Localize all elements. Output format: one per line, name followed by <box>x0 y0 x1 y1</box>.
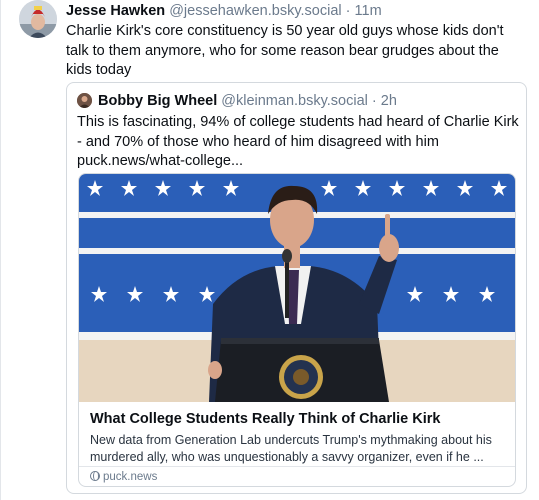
quoted-post-timestamp[interactable]: 2h <box>381 93 397 109</box>
quoted-author-avatar-icon[interactable] <box>77 93 92 108</box>
quoted-author-handle[interactable]: @kleinman.bsky.social <box>221 93 368 109</box>
thread-divider <box>0 0 1 500</box>
author-avatar-icon[interactable] <box>19 0 57 38</box>
link-preview-source[interactable]: puck.news <box>90 470 157 484</box>
link-preview-title[interactable]: What College Students Really Think of Ch… <box>90 410 510 428</box>
quoted-post-header: Bobby Big Wheel @kleinman.bsky.social · … <box>98 92 397 110</box>
link-preview-description: New data from Generation Lab undercuts T… <box>90 433 492 464</box>
post-timestamp[interactable]: 11m <box>355 3 382 19</box>
post-text: Charlie Kirk's core constituency is 50 y… <box>66 23 504 78</box>
separator-dot: · <box>345 3 351 19</box>
quoted-author-name[interactable]: Bobby Big Wheel <box>98 93 217 109</box>
link-preview-card[interactable]: What College Students Really Think of Ch… <box>78 173 516 487</box>
link-preview-image[interactable] <box>79 174 515 402</box>
post-header: Jesse Hawken @jessehawken.bsky.social · … <box>66 2 526 20</box>
globe-icon <box>90 471 100 481</box>
feed-post: Jesse Hawken @jessehawken.bsky.social · … <box>0 0 539 500</box>
link-preview-divider <box>79 466 515 467</box>
author-handle[interactable]: @jessehawken.bsky.social <box>169 3 341 19</box>
author-name[interactable]: Jesse Hawken <box>66 3 165 19</box>
link-preview-domain: puck.news <box>103 471 158 483</box>
quoted-post-text: This is fascinating, 94% of college stud… <box>77 114 519 169</box>
separator-dot: · <box>371 93 377 109</box>
quoted-post[interactable]: Bobby Big Wheel @kleinman.bsky.social · … <box>66 82 527 494</box>
